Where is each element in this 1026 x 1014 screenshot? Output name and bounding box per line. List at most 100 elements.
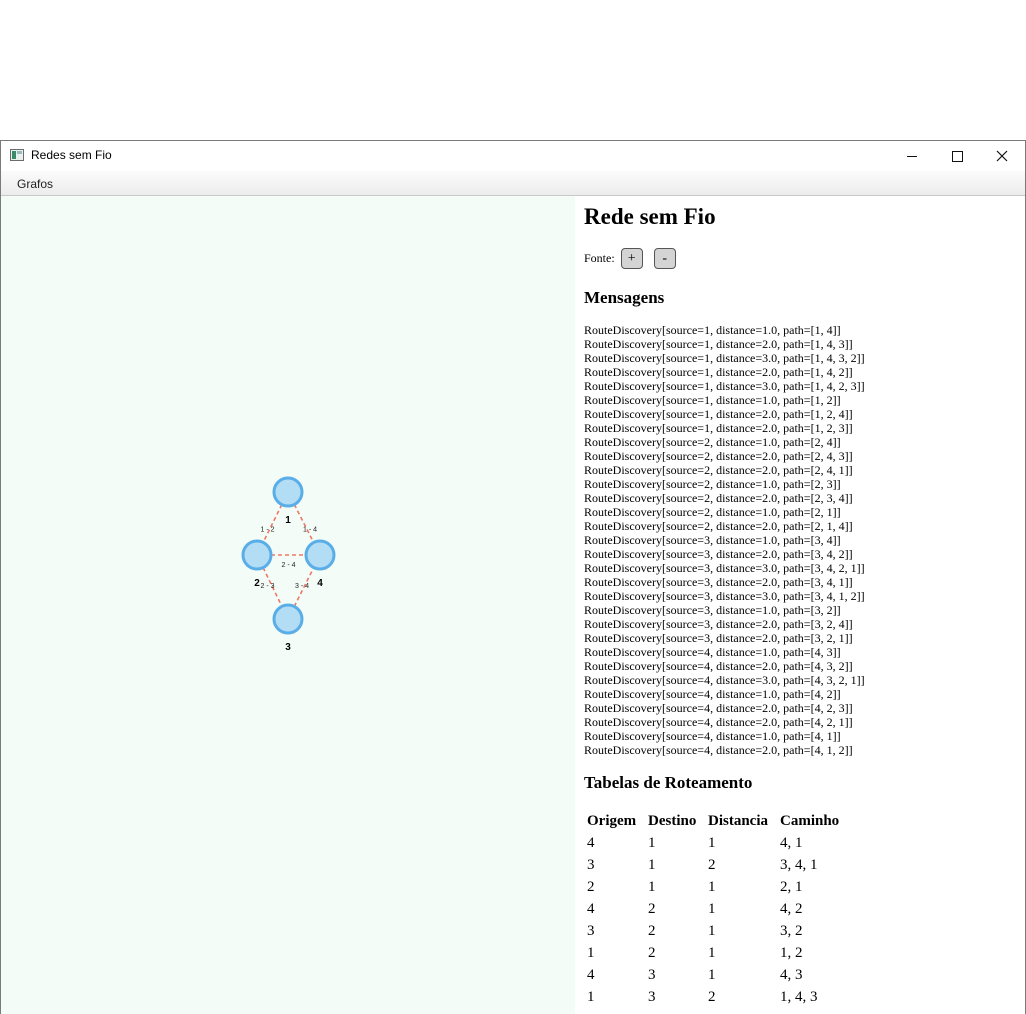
table-cell: 2 — [648, 922, 656, 939]
message-line: RouteDiscovery[source=3, distance=2.0, p… — [584, 617, 853, 631]
table-cell: 4 — [587, 966, 595, 983]
title-bar[interactable]: Redes sem Fio — [1, 141, 1025, 171]
info-panel: Rede sem Fio Fonte: + - Mensagens RouteD… — [576, 196, 1025, 1014]
table-cell: 1 — [708, 900, 716, 917]
table-cell: 1, 4, 3 — [780, 988, 818, 1005]
message-line: RouteDiscovery[source=3, distance=1.0, p… — [584, 603, 841, 617]
graph-edge — [293, 504, 315, 543]
message-line: RouteDiscovery[source=4, distance=1.0, p… — [584, 729, 841, 743]
edge-label: 3 - 4 — [295, 583, 309, 590]
message-line: RouteDiscovery[source=1, distance=2.0, p… — [584, 421, 853, 435]
table-cell: 1 — [648, 834, 656, 851]
message-line: RouteDiscovery[source=4, distance=2.0, p… — [584, 715, 853, 729]
table-cell: 3 — [648, 988, 656, 1005]
messages-heading: Mensagens — [584, 288, 665, 307]
message-line: RouteDiscovery[source=2, distance=2.0, p… — [584, 449, 853, 463]
table-cell: 4, 3 — [780, 966, 803, 983]
column-header-caminho: Caminho — [780, 812, 840, 829]
table-cell: 1 — [587, 944, 595, 961]
table-cell: 1 — [708, 966, 716, 983]
minimize-icon — [907, 155, 917, 157]
column-header-distancia: Distancia — [708, 812, 768, 829]
edge-label: 1 - 2 — [260, 527, 274, 534]
message-line: RouteDiscovery[source=4, distance=2.0, p… — [584, 743, 853, 757]
app-window: Redes sem Fio Grafos 1 - 2 1 - 4 2 - 4 2 - … — [0, 140, 1026, 1014]
table-cell: 2 — [587, 878, 595, 895]
message-line: RouteDiscovery[source=2, distance=2.0, p… — [584, 519, 853, 533]
menu-grafos[interactable]: Grafos — [17, 177, 53, 191]
message-line: RouteDiscovery[source=1, distance=1.0, p… — [584, 323, 841, 337]
window-title: Redes sem Fio — [31, 148, 112, 162]
message-line: RouteDiscovery[source=4, distance=3.0, p… — [584, 673, 865, 687]
table-cell: 3, 2 — [780, 922, 803, 939]
node-label: 2 — [254, 578, 260, 589]
message-line: RouteDiscovery[source=2, distance=1.0, p… — [584, 477, 841, 491]
table-row: 4 2 1 4, 2 — [585, 898, 862, 920]
table-cell: 1 — [708, 944, 716, 961]
graph-node — [241, 539, 273, 571]
routing-table: Origem Destino Distancia Caminho 4 1 1 4, 1… — [585, 810, 862, 1008]
network-graph: 1 - 2 1 - 4 2 - 4 2 - 3 3 - 4 1 2 3 4 — [241, 476, 336, 653]
message-line: RouteDiscovery[source=3, distance=1.0, p… — [584, 533, 841, 547]
table-cell: 2 — [708, 856, 716, 873]
table-cell: 4, 1 — [780, 834, 803, 851]
edge-label: 1 - 4 — [303, 527, 317, 534]
column-header-origem: Origem — [587, 812, 637, 829]
table-cell: 1 — [648, 856, 656, 873]
message-line: RouteDiscovery[source=2, distance=1.0, p… — [584, 435, 841, 449]
font-label: Fonte: — [584, 251, 615, 265]
table-row: 1 3 2 1, 4, 3 — [585, 986, 862, 1008]
message-line: RouteDiscovery[source=2, distance=1.0, p… — [584, 505, 841, 519]
message-line: RouteDiscovery[source=1, distance=2.0, p… — [584, 337, 853, 351]
table-row: 2 1 1 2, 1 — [585, 876, 862, 898]
message-line: RouteDiscovery[source=2, distance=2.0, p… — [584, 491, 853, 505]
app-icon — [10, 149, 24, 161]
table-cell: 4 — [587, 834, 595, 851]
message-line: RouteDiscovery[source=3, distance=3.0, p… — [584, 561, 865, 575]
font-increase-button[interactable]: + — [620, 248, 643, 269]
table-cell: 2 — [648, 900, 656, 917]
node-label: 3 — [285, 642, 291, 653]
table-row: 3 2 1 3, 2 — [585, 920, 862, 942]
message-line: RouteDiscovery[source=3, distance=2.0, p… — [584, 631, 853, 645]
message-line: RouteDiscovery[source=4, distance=2.0, p… — [584, 659, 853, 673]
routing-tables-heading: Tabelas de Roteamento — [584, 773, 753, 792]
table-cell: 4, 2 — [780, 900, 803, 917]
messages-list: RouteDiscovery[source=1, distance=1.0, p… — [584, 323, 865, 757]
maximize-button[interactable] — [934, 141, 980, 171]
message-line: RouteDiscovery[source=1, distance=1.0, p… — [584, 393, 841, 407]
table-cell: 1 — [587, 988, 595, 1005]
minimize-button[interactable] — [889, 141, 935, 171]
close-button[interactable] — [979, 141, 1025, 171]
message-line: RouteDiscovery[source=1, distance=3.0, p… — [584, 351, 865, 365]
table-row: 3 1 2 3, 4, 1 — [585, 854, 862, 876]
message-line: RouteDiscovery[source=2, distance=2.0, p… — [584, 463, 853, 477]
table-cell: 3, 4, 1 — [780, 856, 818, 873]
edge-label: 2 - 3 — [260, 583, 274, 590]
graph-edge — [262, 504, 283, 543]
close-icon — [996, 150, 1008, 162]
message-line: RouteDiscovery[source=4, distance=1.0, p… — [584, 687, 841, 701]
maximize-icon — [951, 150, 963, 162]
table-cell: 1 — [708, 922, 716, 939]
table-cell: 2 — [708, 988, 716, 1005]
table-cell: 1 — [708, 878, 716, 895]
font-decrease-button[interactable]: - — [653, 248, 676, 269]
table-cell: 3 — [587, 856, 595, 873]
node-label: 4 — [317, 578, 323, 589]
font-controls: Fonte: + - — [584, 248, 676, 269]
graph-node — [272, 603, 304, 635]
graph-node — [272, 476, 304, 508]
message-line: RouteDiscovery[source=4, distance=2.0, p… — [584, 701, 853, 715]
table-row: 4 1 1 4, 1 — [585, 832, 862, 854]
table-cell: 2, 1 — [780, 878, 803, 895]
table-header-row: Origem Destino Distancia Caminho — [585, 810, 862, 832]
table-row: 4 3 1 4, 3 — [585, 964, 862, 986]
table-cell: 1, 2 — [780, 944, 803, 961]
table-row: 1 2 1 1, 2 — [585, 942, 862, 964]
table-cell: 3 — [648, 966, 656, 983]
message-line: RouteDiscovery[source=3, distance=3.0, p… — [584, 589, 865, 603]
graph-canvas[interactable]: 1 - 2 1 - 4 2 - 4 2 - 3 3 - 4 1 2 3 4 — [1, 196, 575, 1014]
edge-label: 2 - 4 — [281, 562, 295, 569]
message-line: RouteDiscovery[source=3, distance=2.0, p… — [584, 575, 853, 589]
